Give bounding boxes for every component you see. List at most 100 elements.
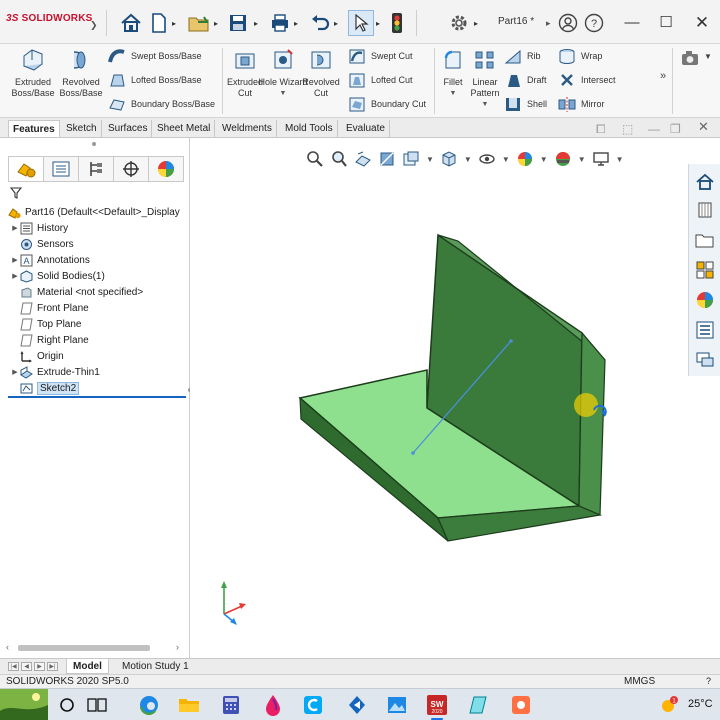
model-tab[interactable]: Model bbox=[66, 659, 109, 674]
tree-item-front-plane[interactable]: Front Plane bbox=[10, 300, 89, 316]
tree-item-annotations[interactable]: ▶ A Annotations bbox=[10, 252, 90, 268]
next-tab-icon[interactable]: ▶ bbox=[34, 662, 45, 671]
dimxpert-tab[interactable] bbox=[114, 156, 149, 182]
custom-properties-icon[interactable] bbox=[693, 318, 717, 342]
scroll-right-icon[interactable]: › bbox=[176, 642, 179, 652]
undo-dropdown-icon[interactable]: ▸ bbox=[334, 12, 338, 34]
file-explorer-icon[interactable] bbox=[176, 693, 202, 717]
draft-button[interactable]: Draft bbox=[504, 70, 547, 90]
print-dropdown-icon[interactable]: ▸ bbox=[294, 12, 298, 34]
sketch-endpoint[interactable] bbox=[509, 339, 513, 343]
intersect-button[interactable]: Intersect bbox=[558, 70, 616, 90]
linear-pattern-button[interactable]: Linear Pattern ▼ bbox=[460, 48, 510, 110]
l-bracket-model[interactable] bbox=[190, 138, 688, 658]
file-explorer-folder-icon[interactable] bbox=[693, 228, 717, 252]
wrap-button[interactable]: Wrap bbox=[558, 46, 602, 66]
rebuild-traffic-light-icon[interactable] bbox=[390, 12, 404, 34]
camera-snapshot-icon[interactable] bbox=[680, 48, 702, 71]
revolved-cut-button[interactable]: Revolved Cut bbox=[296, 48, 346, 99]
motion-study-tab[interactable]: Motion Study 1 bbox=[116, 659, 195, 674]
tree-item-extrude-thin1[interactable]: ▶ Extrude-Thin1 bbox=[10, 364, 100, 380]
doc-maximize-icon[interactable]: ❐ bbox=[670, 122, 681, 136]
home-icon[interactable] bbox=[120, 12, 142, 34]
revolved-boss-button[interactable]: Revolved Boss/Base bbox=[56, 48, 106, 99]
swept-cut-button[interactable]: Swept Cut bbox=[348, 46, 413, 66]
new-document-icon[interactable] bbox=[150, 12, 168, 34]
tree-item-right-plane[interactable]: Right Plane bbox=[10, 332, 89, 348]
save-icon[interactable] bbox=[228, 12, 248, 34]
photos-icon[interactable] bbox=[384, 693, 410, 717]
tab-sheet-metal[interactable]: Sheet Metal bbox=[153, 120, 216, 137]
calculator-icon[interactable] bbox=[218, 693, 244, 717]
property-manager-tab[interactable] bbox=[44, 156, 79, 182]
minimize-icon[interactable]: — bbox=[620, 12, 644, 34]
expand-arrow-icon[interactable]: ▶ bbox=[10, 368, 20, 376]
search-icon[interactable] bbox=[54, 693, 80, 717]
camera-dropdown-icon[interactable]: ▼ bbox=[704, 52, 712, 61]
boundary-boss-button[interactable]: Boundary Boss/Base bbox=[108, 94, 215, 114]
tree-item-material[interactable]: Material <not specified> bbox=[10, 284, 143, 300]
swept-boss-button[interactable]: Swept Boss/Base bbox=[108, 46, 202, 66]
extruded-boss-button[interactable]: Extruded Boss/Base bbox=[8, 48, 58, 99]
print-icon[interactable] bbox=[270, 12, 290, 34]
lofted-cut-button[interactable]: Lofted Cut bbox=[348, 70, 413, 90]
tab-evaluate[interactable]: Evaluate bbox=[342, 120, 390, 137]
boundary-cut-button[interactable]: Boundary Cut bbox=[348, 94, 426, 114]
expand-arrow-icon[interactable]: ▶ bbox=[10, 256, 20, 264]
options-gear-icon[interactable] bbox=[448, 12, 470, 34]
tree-item-sketch2[interactable]: Sketch2 bbox=[10, 380, 80, 396]
last-tab-icon[interactable]: ▶| bbox=[47, 662, 58, 671]
feature-tree-tab[interactable] bbox=[8, 156, 44, 182]
tree-item-history[interactable]: ▶ History bbox=[10, 220, 68, 236]
scroll-thumb[interactable] bbox=[18, 645, 150, 651]
scroll-left-icon[interactable]: ‹ bbox=[6, 642, 9, 652]
task-view-icon[interactable] bbox=[84, 693, 110, 717]
app-arrow-icon[interactable] bbox=[344, 693, 370, 717]
prev-tab-icon[interactable]: ◀ bbox=[21, 662, 32, 671]
help-icon[interactable]: ? bbox=[584, 12, 604, 34]
display-manager-tab[interactable] bbox=[149, 156, 184, 182]
forum-chat-icon[interactable] bbox=[693, 348, 717, 372]
select-cursor-icon[interactable] bbox=[348, 10, 374, 36]
rollback-bar[interactable] bbox=[8, 396, 186, 398]
tab-mold-tools[interactable]: Mold Tools bbox=[281, 120, 338, 137]
panel-grip-icon[interactable] bbox=[92, 142, 96, 146]
title-dropdown-icon[interactable]: ▸ bbox=[546, 12, 551, 34]
tree-item-solid-bodies[interactable]: ▶ Solid Bodies(1) bbox=[10, 268, 105, 284]
new-dropdown-icon[interactable]: ▸ bbox=[172, 12, 176, 34]
linear-pattern-dropdown-icon[interactable]: ▼ bbox=[460, 99, 510, 110]
sketch-endpoint[interactable] bbox=[411, 451, 415, 455]
open-folder-icon[interactable] bbox=[188, 12, 212, 34]
app-c-icon[interactable] bbox=[300, 693, 326, 717]
tab-weldments[interactable]: Weldments bbox=[218, 120, 277, 137]
doc-close-icon[interactable]: ✕ bbox=[698, 119, 709, 135]
solidworks-taskbar-icon[interactable]: SW 2020 bbox=[424, 693, 450, 720]
tree-root-part[interactable]: Part16 (Default<<Default>_Display bbox=[8, 204, 180, 220]
lofted-boss-button[interactable]: Lofted Boss/Base bbox=[108, 70, 202, 90]
weather-sun-icon[interactable]: 1 bbox=[656, 693, 682, 717]
doc-minimize-icon[interactable]: — bbox=[648, 122, 660, 136]
ribbon-overflow-icon[interactable]: » bbox=[660, 70, 666, 82]
options-dropdown-icon[interactable]: ▸ bbox=[474, 12, 478, 34]
status-help-icon[interactable]: ? bbox=[706, 675, 711, 688]
wall-side-face[interactable] bbox=[578, 331, 606, 516]
filter-icon[interactable] bbox=[9, 187, 23, 202]
mirror-button[interactable]: Mirror bbox=[558, 94, 605, 114]
tab-sketch[interactable]: Sketch bbox=[62, 120, 102, 137]
first-tab-icon[interactable]: |◀ bbox=[8, 662, 19, 671]
tree-item-sensors[interactable]: Sensors bbox=[10, 236, 74, 252]
design-library-icon[interactable] bbox=[693, 198, 717, 222]
paint-droplet-icon[interactable] bbox=[260, 693, 286, 717]
expand-arrow-icon[interactable]: ▶ bbox=[10, 224, 20, 232]
shell-button[interactable]: Shell bbox=[504, 94, 547, 114]
tab-surfaces[interactable]: Surfaces bbox=[104, 120, 153, 137]
tree-item-top-plane[interactable]: Top Plane bbox=[10, 316, 81, 332]
solidworks-resources-home-icon[interactable] bbox=[693, 170, 717, 194]
tab-features[interactable]: Features bbox=[8, 120, 60, 137]
unit-system[interactable]: MMGS bbox=[624, 675, 655, 688]
expand-arrow-icon[interactable]: ▶ bbox=[10, 272, 20, 280]
save-dropdown-icon[interactable]: ▸ bbox=[254, 12, 258, 34]
tree-item-origin[interactable]: Origin bbox=[10, 348, 64, 364]
edge-browser-icon[interactable] bbox=[136, 693, 162, 717]
user-account-icon[interactable] bbox=[558, 12, 578, 34]
